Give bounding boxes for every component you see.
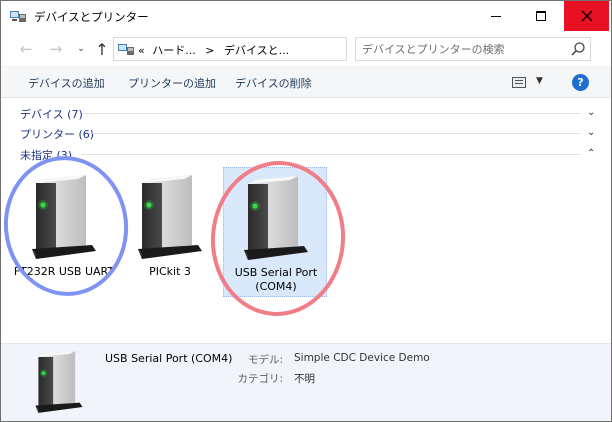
- device-tile-ft232r[interactable]: FT232R USB UART: [12, 167, 116, 297]
- maximize-button[interactable]: [518, 1, 563, 31]
- search-box[interactable]: [355, 37, 591, 61]
- navigation-bar: ← → ⌄ ↑ « ハード... > デバイスと... ⌄ ↻: [1, 32, 611, 66]
- usb-device-icon: [30, 175, 98, 259]
- breadcrumb: « ハード... > デバイスと...: [138, 42, 289, 58]
- search-input[interactable]: [362, 41, 562, 57]
- breadcrumb-separator[interactable]: >: [205, 44, 214, 57]
- group-divider: [89, 133, 581, 134]
- details-category-label: カテゴリ:: [237, 373, 283, 385]
- breadcrumb-overflow[interactable]: «: [138, 44, 145, 57]
- maximize-icon: [535, 11, 546, 21]
- group-printers[interactable]: プリンター (6) ⌄: [1, 123, 611, 143]
- title-bar[interactable]: デバイスとプリンター: [1, 1, 611, 32]
- breadcrumb-devices[interactable]: デバイスと...: [224, 44, 289, 57]
- group-unspecified[interactable]: 未指定 (3) ⌃: [1, 144, 611, 164]
- devices-printers-icon: [118, 44, 134, 55]
- close-icon: [581, 10, 592, 22]
- add-printer-button[interactable]: プリンターの追加: [128, 75, 216, 91]
- window-title: デバイスとプリンター: [34, 10, 149, 24]
- device-name: FT232R USB UART: [13, 265, 115, 278]
- group-devices[interactable]: デバイス (7) ⌄: [1, 103, 611, 123]
- remove-device-button[interactable]: デバイスの削除: [235, 75, 312, 91]
- breadcrumb-hardware[interactable]: ハード...: [152, 44, 196, 57]
- usb-device-icon: [34, 351, 84, 413]
- address-bar[interactable]: « ハード... > デバイスと... ⌄ ↻: [113, 37, 448, 61]
- add-device-button[interactable]: デバイスの追加: [28, 75, 105, 91]
- group-label: 未指定 (3): [20, 149, 73, 162]
- close-button[interactable]: [564, 1, 609, 31]
- usb-device-icon: [136, 175, 204, 259]
- details-model-label: モデル:: [247, 354, 283, 366]
- devices-printers-icon: [10, 11, 26, 22]
- details-model-value: Simple CDC Device Demo: [294, 352, 430, 364]
- device-name: PICkit 3: [149, 265, 191, 278]
- collapse-chevron-icon[interactable]: ⌃: [587, 148, 595, 159]
- help-button[interactable]: ?: [572, 74, 589, 91]
- command-bar: デバイスの追加 プリンターの追加 デバイスの削除 ▼ ?: [1, 66, 611, 98]
- details-category-value: 不明: [294, 373, 315, 385]
- recent-locations-button[interactable]: ⌄: [74, 39, 88, 59]
- devices-and-printers-window: デバイスとプリンター ← → ⌄ ↑ « ハード... > デバイスと... デ…: [0, 0, 612, 422]
- details-pane: USB Serial Port (COM4) モデル: Simple CDC D…: [1, 343, 611, 421]
- group-label: プリンター (6): [20, 128, 95, 141]
- minimize-button[interactable]: [473, 1, 518, 31]
- device-name: USB Serial Port (COM4): [234, 266, 318, 293]
- change-view-icon[interactable]: [512, 77, 526, 88]
- expand-chevron-icon[interactable]: ⌄: [587, 107, 595, 118]
- expand-chevron-icon[interactable]: ⌄: [587, 127, 595, 138]
- minimize-icon: [490, 15, 501, 17]
- device-tile-usb-serial-port[interactable]: USB Serial Port (COM4): [223, 167, 327, 297]
- up-button[interactable]: ↑: [91, 39, 113, 59]
- group-label: デバイス (7): [20, 108, 83, 121]
- group-divider: [81, 154, 581, 155]
- search-icon[interactable]: [570, 41, 586, 57]
- usb-device-icon: [242, 176, 310, 260]
- back-button[interactable]: ←: [15, 39, 37, 59]
- forward-button[interactable]: →: [45, 39, 67, 59]
- view-options-dropdown-icon[interactable]: ▼: [536, 76, 543, 86]
- details-device-name: USB Serial Port (COM4): [105, 352, 233, 365]
- group-divider: [83, 113, 581, 114]
- device-tile-pickit3[interactable]: PICkit 3: [118, 167, 222, 297]
